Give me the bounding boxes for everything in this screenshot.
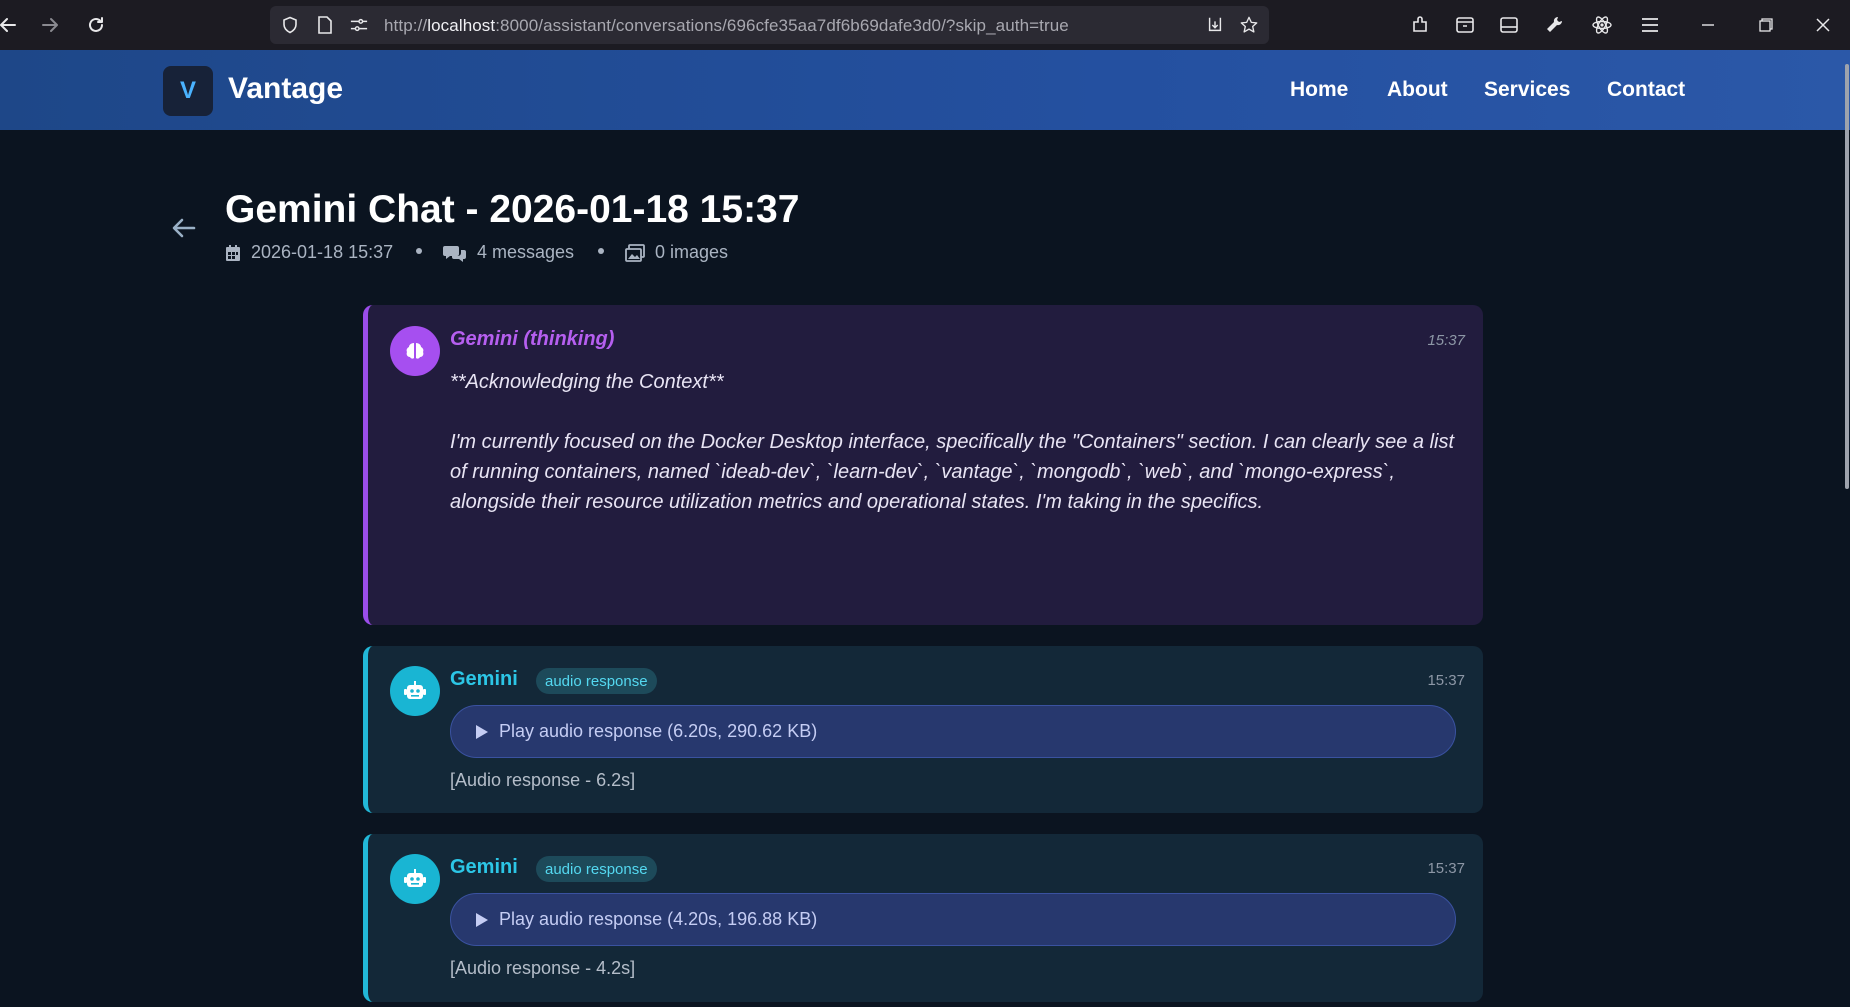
nav-services[interactable]: Services — [1484, 78, 1570, 102]
meta-images: 0 images — [625, 242, 728, 263]
meta-separator — [598, 248, 604, 254]
robot-icon — [390, 666, 440, 716]
thinking-heading: **Acknowledging the Context** — [450, 371, 724, 393]
message-time: 15:37 — [1427, 860, 1465, 877]
message-audio-response: Gemini audio response 15:37 Play audio r… — [363, 646, 1483, 813]
message-audio-response: Gemini audio response 15:37 Play audio r… — [363, 834, 1483, 1002]
react-devtools-icon[interactable] — [1590, 13, 1614, 37]
download-icon[interactable] — [1206, 16, 1224, 34]
minimize-icon[interactable] — [1696, 13, 1720, 37]
nav-about[interactable]: About — [1387, 78, 1448, 102]
sender-name: Gemini — [450, 856, 518, 878]
message-time: 15:37 — [1427, 672, 1465, 689]
play-audio-button[interactable]: Play audio response (6.20s, 290.62 KB) — [450, 705, 1456, 758]
pocket-icon[interactable] — [1453, 13, 1477, 37]
close-window-icon[interactable] — [1811, 13, 1835, 37]
images-icon — [625, 243, 645, 262]
audio-response-badge: audio response — [536, 856, 657, 882]
logo-letter: V — [179, 77, 196, 104]
scrollbar-thumb[interactable] — [1845, 64, 1849, 489]
nav-home[interactable]: Home — [1290, 78, 1348, 102]
message-thinking: Gemini (thinking) 15:37 **Acknowledging … — [363, 305, 1483, 625]
url-text[interactable]: http://localhost:8000/assistant/conversa… — [384, 16, 1069, 36]
brain-icon — [390, 326, 440, 376]
restore-icon[interactable] — [1754, 13, 1778, 37]
thinking-paragraph: I'm currently focused on the Docker Desk… — [450, 431, 1455, 513]
nav-contact[interactable]: Contact — [1607, 78, 1685, 102]
play-audio-label: Play audio response (6.20s, 290.62 KB) — [499, 721, 818, 741]
logo[interactable]: V — [163, 66, 213, 116]
reload-icon[interactable] — [82, 11, 110, 39]
browser-toolbar: http://localhost:8000/assistant/conversa… — [0, 0, 1850, 50]
audio-note: [Audio response - 6.2s] — [450, 770, 636, 790]
meta-date: 2026-01-18 15:37 — [225, 242, 393, 263]
meta-messages: 4 messages — [443, 242, 574, 263]
back-arrow-icon[interactable] — [170, 214, 198, 242]
back-icon[interactable] — [0, 11, 22, 39]
calendar-icon — [226, 244, 240, 261]
thinking-text: **Acknowledging the Context** I'm curren… — [450, 367, 1460, 547]
forward-icon[interactable] — [36, 11, 64, 39]
menu-icon[interactable] — [1638, 13, 1662, 37]
page-icon[interactable] — [316, 16, 334, 34]
address-bar[interactable]: http://localhost:8000/assistant/conversa… — [270, 6, 1269, 44]
permissions-icon[interactable] — [350, 16, 368, 34]
extensions-icon[interactable] — [1409, 13, 1433, 37]
sidebar-icon[interactable] — [1497, 13, 1521, 37]
robot-icon — [390, 854, 440, 904]
shield-icon[interactable] — [281, 16, 299, 34]
play-audio-button[interactable]: Play audio response (4.20s, 196.88 KB) — [450, 893, 1456, 946]
sender-name: Gemini — [450, 668, 518, 690]
page-title: Gemini Chat - 2026-01-18 15:37 — [225, 188, 800, 231]
site-header: V Vantage Home About Services Contact — [0, 50, 1850, 130]
meta-separator — [416, 248, 422, 254]
wrench-icon[interactable] — [1543, 13, 1567, 37]
play-icon — [476, 912, 488, 927]
message-time: 15:37 — [1427, 332, 1465, 349]
play-icon — [476, 724, 488, 739]
brand-name[interactable]: Vantage — [228, 72, 343, 106]
audio-note: [Audio response - 4.2s] — [450, 958, 636, 978]
bookmark-star-icon[interactable] — [1240, 16, 1258, 34]
audio-response-badge: audio response — [536, 668, 657, 694]
play-audio-label: Play audio response (4.20s, 196.88 KB) — [499, 909, 818, 929]
comments-icon — [443, 245, 466, 262]
sender-name: Gemini (thinking) — [450, 328, 615, 350]
